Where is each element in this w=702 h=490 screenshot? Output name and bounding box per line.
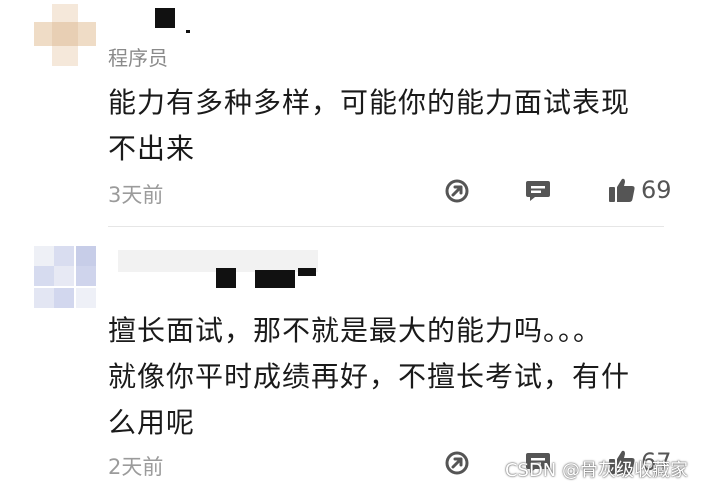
- timestamp: 2天前: [108, 455, 164, 479]
- avatar[interactable]: [34, 246, 96, 308]
- comment-line: 么用呢: [108, 406, 196, 439]
- comment-line: 就像你平时成绩再好，不擅长考试，有什: [108, 360, 631, 393]
- redacted-mark: [186, 30, 190, 33]
- reply-icon: [526, 181, 550, 201]
- like-button[interactable]: 69: [608, 176, 672, 204]
- comment-item: 擅长面试，那不就是最大的能力吗。。。 就像你平时成绩再好，不擅长考试，有什 么用…: [0, 236, 702, 490]
- avatar[interactable]: [34, 4, 96, 66]
- thumbs-up-icon: [609, 178, 635, 202]
- timestamp: 3天前: [108, 183, 164, 207]
- comment-text: 能力有多种多样，可能你的能力面试表现 不出来: [108, 80, 668, 172]
- like-count: 69: [641, 176, 672, 204]
- divider: [108, 226, 664, 227]
- reply-button[interactable]: [525, 179, 551, 203]
- forward-button[interactable]: [444, 178, 470, 204]
- watermark: CSDN @骨灰级收藏家: [504, 460, 688, 481]
- forward-icon: [445, 179, 469, 203]
- redacted-username: [155, 8, 175, 28]
- redacted-mark: [298, 268, 316, 276]
- comment-item: 程序员 能力有多种多样，可能你的能力面试表现 不出来 3天前 69: [0, 0, 702, 227]
- comment-text: 擅长面试，那不就是最大的能力吗。。。 就像你平时成绩再好，不擅长考试，有什 么用…: [108, 308, 668, 446]
- comment-line: 擅长面试，那不就是最大的能力吗。。。: [108, 314, 603, 347]
- username[interactable]: 程序员: [108, 42, 168, 71]
- redacted-mark: [216, 268, 236, 288]
- comment-line: 不出来: [108, 132, 196, 165]
- redacted-mark: [255, 270, 295, 288]
- forward-icon: [445, 451, 469, 475]
- forward-button[interactable]: [444, 450, 470, 476]
- comment-line: 能力有多种多样，可能你的能力面试表现: [108, 86, 631, 119]
